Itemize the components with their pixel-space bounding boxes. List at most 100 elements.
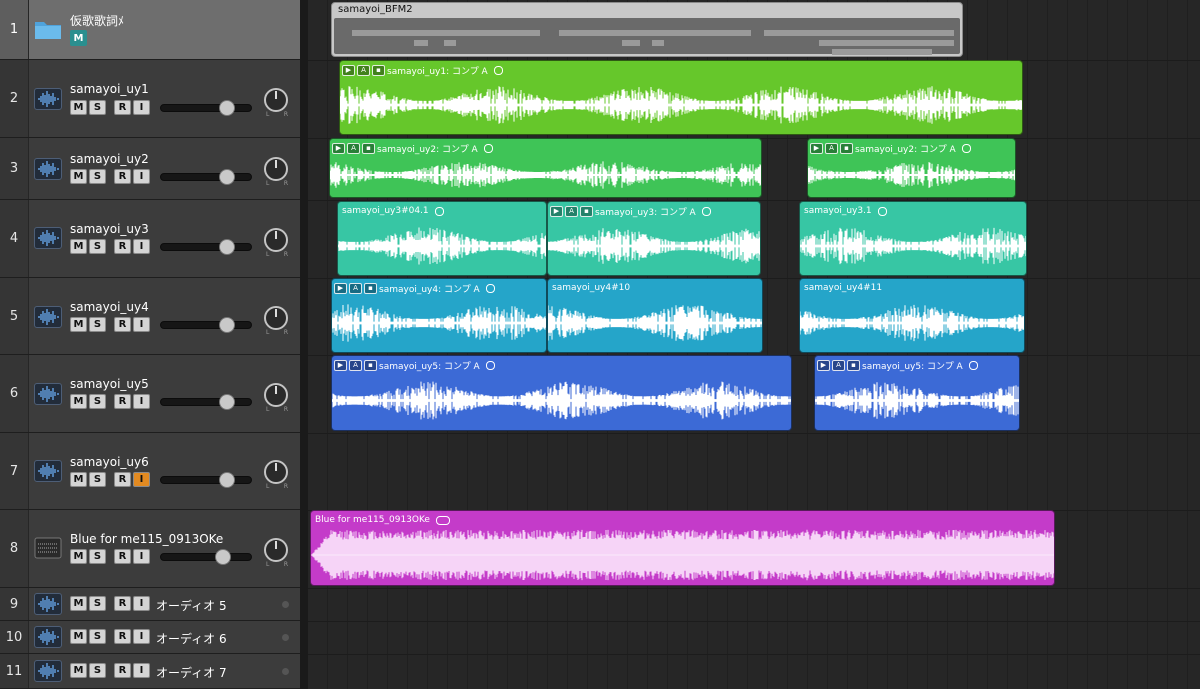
pan-knob[interactable] <box>264 157 288 181</box>
input-monitor-button[interactable]: I <box>133 317 150 332</box>
solo-button[interactable]: S <box>89 663 106 678</box>
solo-button[interactable]: S <box>89 239 106 254</box>
solo-button[interactable]: S <box>89 549 106 564</box>
take-letter-badge[interactable]: A <box>349 359 362 371</box>
take-letter-badge[interactable]: A <box>349 282 362 294</box>
audio-region[interactable]: ▶ A ▪ samayoi_uy3: コンプ A <box>547 201 761 276</box>
solo-button[interactable]: S <box>89 629 106 644</box>
record-enable-button[interactable]: R <box>114 663 131 678</box>
track-name[interactable]: samayoi_uy1 <box>70 82 149 96</box>
track-header[interactable]: 11 M S R I オーディオ 7 <box>0 654 300 689</box>
take-letter-badge[interactable]: A <box>825 142 838 154</box>
audio-region[interactable]: samayoi_uy4#10 <box>547 278 763 353</box>
volume-fader[interactable] <box>160 549 252 565</box>
take-letter-badge[interactable]: A <box>832 359 845 371</box>
play-icon[interactable]: ▶ <box>817 359 830 371</box>
solo-button[interactable]: S <box>89 100 106 115</box>
solo-button[interactable]: S <box>89 317 106 332</box>
mute-button[interactable]: M <box>70 629 87 644</box>
audio-region[interactable]: ▶ A ▪ samayoi_uy5: コンプ A <box>814 355 1020 431</box>
track-header[interactable]: 4 samayoi_uy3 M S R I LR <box>0 200 300 278</box>
volume-fader[interactable] <box>160 239 252 255</box>
track-name[interactable]: オーディオ 7 <box>156 664 227 681</box>
mute-button[interactable]: M <box>70 239 87 254</box>
solo-button[interactable]: S <box>89 596 106 611</box>
fader-knob[interactable] <box>219 472 235 488</box>
record-enable-button[interactable]: R <box>114 596 131 611</box>
track-name[interactable]: Blue for me115_0913OKe <box>70 532 223 546</box>
record-enable-button[interactable]: R <box>114 100 131 115</box>
input-monitor-button[interactable]: I <box>133 549 150 564</box>
fader-knob[interactable] <box>219 169 235 185</box>
take-letter-badge[interactable]: A <box>565 205 578 217</box>
track-header[interactable]: 3 samayoi_uy2 M S R I LR <box>0 138 300 200</box>
audio-region-stereo[interactable]: Blue for me115_0913OKe <box>310 510 1055 586</box>
quick-swipe-icon[interactable]: ▪ <box>580 205 593 217</box>
record-enable-button[interactable]: R <box>114 169 131 184</box>
mute-button[interactable]: M <box>70 394 87 409</box>
record-enable-button[interactable]: R <box>114 394 131 409</box>
quick-swipe-icon[interactable]: ▪ <box>847 359 860 371</box>
play-icon[interactable]: ▶ <box>810 142 823 154</box>
volume-fader[interactable] <box>160 100 252 116</box>
volume-fader[interactable] <box>160 169 252 185</box>
track-name[interactable]: samayoi_uy2 <box>70 152 149 166</box>
track-header[interactable]: 8 Blue for me115_0913OKe M S R I LR <box>0 510 300 588</box>
quick-swipe-icon[interactable]: ▪ <box>840 142 853 154</box>
input-monitor-button[interactable]: I <box>133 100 150 115</box>
track-name[interactable]: 仮歌歌詞ﾒ <box>70 12 124 29</box>
record-enable-button[interactable]: R <box>114 472 131 487</box>
fader-knob[interactable] <box>219 239 235 255</box>
take-letter-badge[interactable]: A <box>357 64 370 76</box>
quick-swipe-icon[interactable]: ▪ <box>364 282 377 294</box>
track-name[interactable]: samayoi_uy3 <box>70 222 149 236</box>
fader-knob[interactable] <box>215 549 231 565</box>
quick-swipe-icon[interactable]: ▪ <box>362 142 375 154</box>
fader-knob[interactable] <box>219 394 235 410</box>
fader-knob[interactable] <box>219 100 235 116</box>
play-icon[interactable]: ▶ <box>334 359 347 371</box>
volume-fader[interactable] <box>160 394 252 410</box>
solo-button[interactable]: S <box>89 472 106 487</box>
input-monitor-button[interactable]: I <box>133 394 150 409</box>
input-monitor-button[interactable]: I <box>133 239 150 254</box>
pan-knob[interactable] <box>264 228 288 252</box>
record-enable-button[interactable]: R <box>114 239 131 254</box>
play-icon[interactable]: ▶ <box>342 64 355 76</box>
pan-knob[interactable] <box>264 88 288 112</box>
mute-button[interactable]: M <box>70 317 87 332</box>
track-name[interactable]: samayoi_uy4 <box>70 300 149 314</box>
audio-region[interactable]: samayoi_uy3.1 <box>799 201 1027 276</box>
volume-fader[interactable] <box>160 317 252 333</box>
solo-button[interactable]: S <box>89 169 106 184</box>
track-header-folder[interactable]: 1 仮歌歌詞ﾒ M <box>0 0 300 60</box>
track-name[interactable]: オーディオ 5 <box>156 597 227 614</box>
input-monitor-button[interactable]: I <box>133 663 150 678</box>
track-header[interactable]: 2 samayoi_uy1 M S R I LR <box>0 60 300 138</box>
pan-knob[interactable] <box>264 460 288 484</box>
audio-region[interactable]: samayoi_uy4#11 <box>799 278 1025 353</box>
folder-region[interactable]: samayoi_BFM2 <box>331 2 963 57</box>
audio-region[interactable]: ▶ A ▪ samayoi_uy2: コンプ A <box>329 138 762 198</box>
play-icon[interactable]: ▶ <box>332 142 345 154</box>
play-icon[interactable]: ▶ <box>550 205 563 217</box>
pan-knob[interactable] <box>264 306 288 330</box>
volume-fader[interactable] <box>160 472 252 488</box>
audio-region[interactable]: ▶ A ▪ samayoi_uy4: コンプ A <box>331 278 547 353</box>
record-enable-button[interactable]: R <box>114 629 131 644</box>
audio-region[interactable]: samayoi_uy3#04.1 <box>337 201 547 276</box>
input-monitor-button-active[interactable]: I <box>133 472 150 487</box>
record-enable-button[interactable]: R <box>114 549 131 564</box>
track-name[interactable]: samayoi_uy5 <box>70 377 149 391</box>
track-name[interactable]: オーディオ 6 <box>156 630 227 647</box>
track-header[interactable]: 9 M S R I オーディオ 5 <box>0 588 300 621</box>
input-monitor-button[interactable]: I <box>133 629 150 644</box>
track-name[interactable]: samayoi_uy6 <box>70 455 149 469</box>
pan-knob[interactable] <box>264 538 288 562</box>
record-enable-button[interactable]: R <box>114 317 131 332</box>
mute-button[interactable]: M <box>70 169 87 184</box>
track-header[interactable]: 7 samayoi_uy6 M S R I LR <box>0 433 300 510</box>
track-header[interactable]: 6 samayoi_uy5 M S R I LR <box>0 355 300 433</box>
mute-button[interactable]: M <box>70 663 87 678</box>
fader-knob[interactable] <box>219 317 235 333</box>
